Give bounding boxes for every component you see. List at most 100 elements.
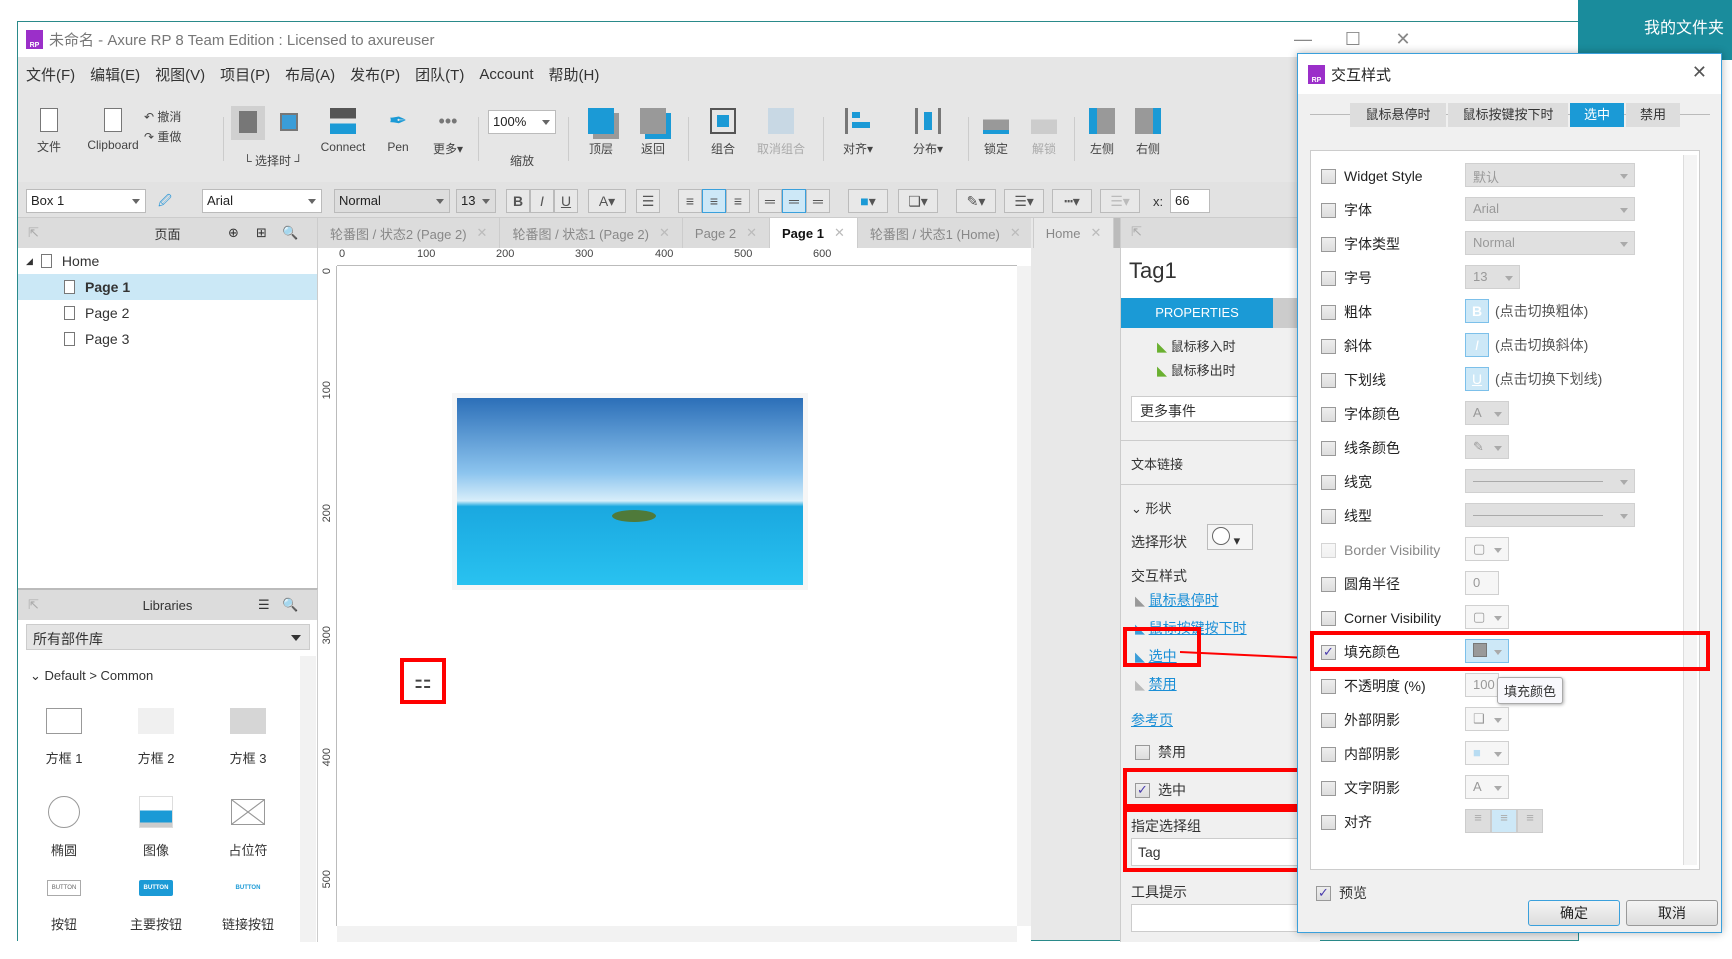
close-icon[interactable]: ✕ [746,225,757,241]
align-right-button[interactable]: ≡ [726,189,750,213]
send-back-button[interactable]: 返回 [628,108,678,157]
menu-icon[interactable]: ☰ [258,597,270,613]
collapse-icon[interactable]: ⇱ [28,597,39,613]
page-item-home[interactable]: ◢ Home [18,248,317,274]
corner-visibility-picker[interactable]: ▢ [1465,605,1509,629]
properties-tab[interactable]: PROPERTIES [1121,298,1273,328]
row-font[interactable]: 字体 [1321,197,1372,223]
preview-checkbox[interactable]: ✓ 预览 [1316,883,1367,903]
lib-primary-button[interactable]: BUTTON 主要按钮 [116,880,196,933]
row-text-shadow[interactable]: 文字阴影 [1321,775,1400,801]
select-contain-button[interactable] [272,106,306,140]
line-color-picker[interactable]: ✎ [1465,435,1509,459]
outer-shadow-picker[interactable]: ❑ [1465,707,1509,731]
widget-name-select[interactable]: Box 1 [26,189,146,213]
shape-section-header[interactable]: ⌄ 形状 [1131,498,1172,517]
font-size-select[interactable]: 13 [456,189,496,213]
shadow-button[interactable]: ❑▾ [898,189,938,213]
tab-carousel-state2-page2[interactable]: 轮番图 / 状态2 (Page 2) ✕ [318,218,501,248]
font-color-picker[interactable]: A [1465,401,1509,425]
row-line-style[interactable]: 线型 [1321,503,1372,529]
row-border-visibility[interactable]: Border Visibility [1321,537,1440,563]
row-font-color[interactable]: 字体颜色 [1321,401,1400,427]
distribute-button[interactable]: 分布▾ [903,108,953,157]
menu-team[interactable]: 团队(T) [415,64,464,85]
lib-box2[interactable]: 方框 2 [116,708,196,767]
more-events-select[interactable]: 更多事件 [1131,396,1321,422]
valign-bottom-button[interactable]: ═ [806,189,830,213]
vertical-scrollbar[interactable] [1017,266,1031,926]
text-shadow-picker[interactable]: A [1465,775,1509,799]
x-input[interactable]: 66 [1170,189,1210,213]
disabled-checkbox[interactable]: 禁用 [1135,742,1186,762]
search-icon[interactable]: 🔍 [282,597,298,613]
bullets-button[interactable]: ☰ [636,189,660,213]
lib-box1[interactable]: 方框 1 [24,708,104,767]
font-style-select[interactable]: Normal [1465,231,1635,255]
row-align[interactable]: 对齐 [1321,809,1372,835]
line-width-button[interactable]: ☰▾ [1004,189,1044,213]
row-font-size[interactable]: 字号 [1321,265,1372,291]
file-button[interactable]: 文件 [24,108,74,155]
row-line-width[interactable]: 线宽 [1321,469,1372,495]
close-icon[interactable]: ✕ [1010,225,1021,241]
design-canvas[interactable]: 0 100 200 300 400 500 600 0 100 200 300 … [318,248,1031,942]
close-window-button[interactable]: ✕ [1378,22,1428,57]
close-icon[interactable]: ✕ [834,225,845,241]
font-color-button[interactable]: A▾ [588,189,626,213]
text-link-label[interactable]: 文本链接 [1131,454,1183,473]
collapse-icon[interactable]: ⇱ [1131,224,1142,240]
clipboard-button[interactable]: Clipboard [78,108,148,152]
underline-button[interactable]: U [554,189,578,213]
expand-triangle-icon[interactable]: ◢ [26,256,33,267]
dialog-tab-mousedown[interactable]: 鼠标按键按下时 [1448,103,1568,127]
font-style-select[interactable]: Normal [334,189,450,213]
close-icon[interactable]: ✕ [659,225,670,241]
page-item-page1[interactable]: Page 1 [18,274,317,300]
close-icon[interactable]: ✕ [1692,62,1707,83]
event-mouse-leave[interactable]: ◣ 鼠标移出时 [1157,360,1236,379]
widget-style-select[interactable]: 默认 [1465,163,1635,187]
lib-ellipse[interactable]: 椭圆 [24,796,104,859]
maximize-button[interactable]: ☐ [1328,22,1378,57]
bold-button[interactable]: B [506,189,530,213]
minimize-button[interactable]: — [1278,22,1328,57]
close-icon[interactable]: ✕ [1090,225,1101,241]
add-folder-icon[interactable]: ⊞ [256,225,267,241]
menu-file[interactable]: 文件(F) [26,64,75,85]
bring-to-front-button[interactable]: 顶层 [576,108,626,157]
menu-view[interactable]: 视图(V) [155,64,205,85]
group-button[interactable]: 组合 [698,108,748,157]
align-center-button[interactable]: ≡ [702,189,726,213]
dialog-tab-selected[interactable]: 选中 [1570,103,1624,127]
list-scrollbar[interactable] [1683,155,1697,865]
undo-button[interactable]: ↶ 撤消 [144,108,194,125]
menu-edit[interactable]: 编辑(E) [90,64,140,85]
row-line-color[interactable]: 线条颜色 [1321,435,1400,461]
italic-button[interactable]: I [530,189,554,213]
font-select[interactable]: Arial [202,189,322,213]
arrow-style-button[interactable]: ☰▾ [1100,189,1140,213]
tab-carousel-state1-page2[interactable]: 轮番图 / 状态1 (Page 2) ✕ [500,218,683,248]
opacity-input[interactable]: 100 [1465,673,1499,697]
line-width-select[interactable] [1465,469,1635,493]
library-scrollbar[interactable] [300,656,316,942]
close-icon[interactable]: ✕ [477,225,488,241]
tag-widget-highlight[interactable]: ⚏ [400,658,446,704]
pen-button[interactable]: ✒ Pen [378,108,418,154]
lock-button[interactable]: 锁定 [973,108,1019,157]
tab-page1[interactable]: Page 1 ✕ [770,218,858,248]
tab-carousel-state1-home[interactable]: 轮番图 / 状态1 (Home) ✕ [858,218,1034,248]
zoom-select[interactable]: 100% [488,110,556,134]
row-opacity[interactable]: 不透明度 (%) [1321,673,1426,699]
row-inner-shadow[interactable]: 内部阴影 [1321,741,1400,767]
redo-button[interactable]: ↷ 重做 [144,128,194,145]
desktop-folder[interactable]: 我的文件夹 [1578,0,1732,60]
ungroup-button[interactable]: 取消组合 [748,108,814,157]
add-page-icon[interactable]: ⊕ [228,225,239,241]
cancel-button[interactable]: 取消 [1626,900,1718,926]
menu-project[interactable]: 项目(P) [220,64,270,85]
underline-toggle[interactable]: U (点击切换下划线) [1465,367,1602,391]
font-select[interactable]: Arial [1465,197,1635,221]
menu-publish[interactable]: 发布(P) [350,64,400,85]
